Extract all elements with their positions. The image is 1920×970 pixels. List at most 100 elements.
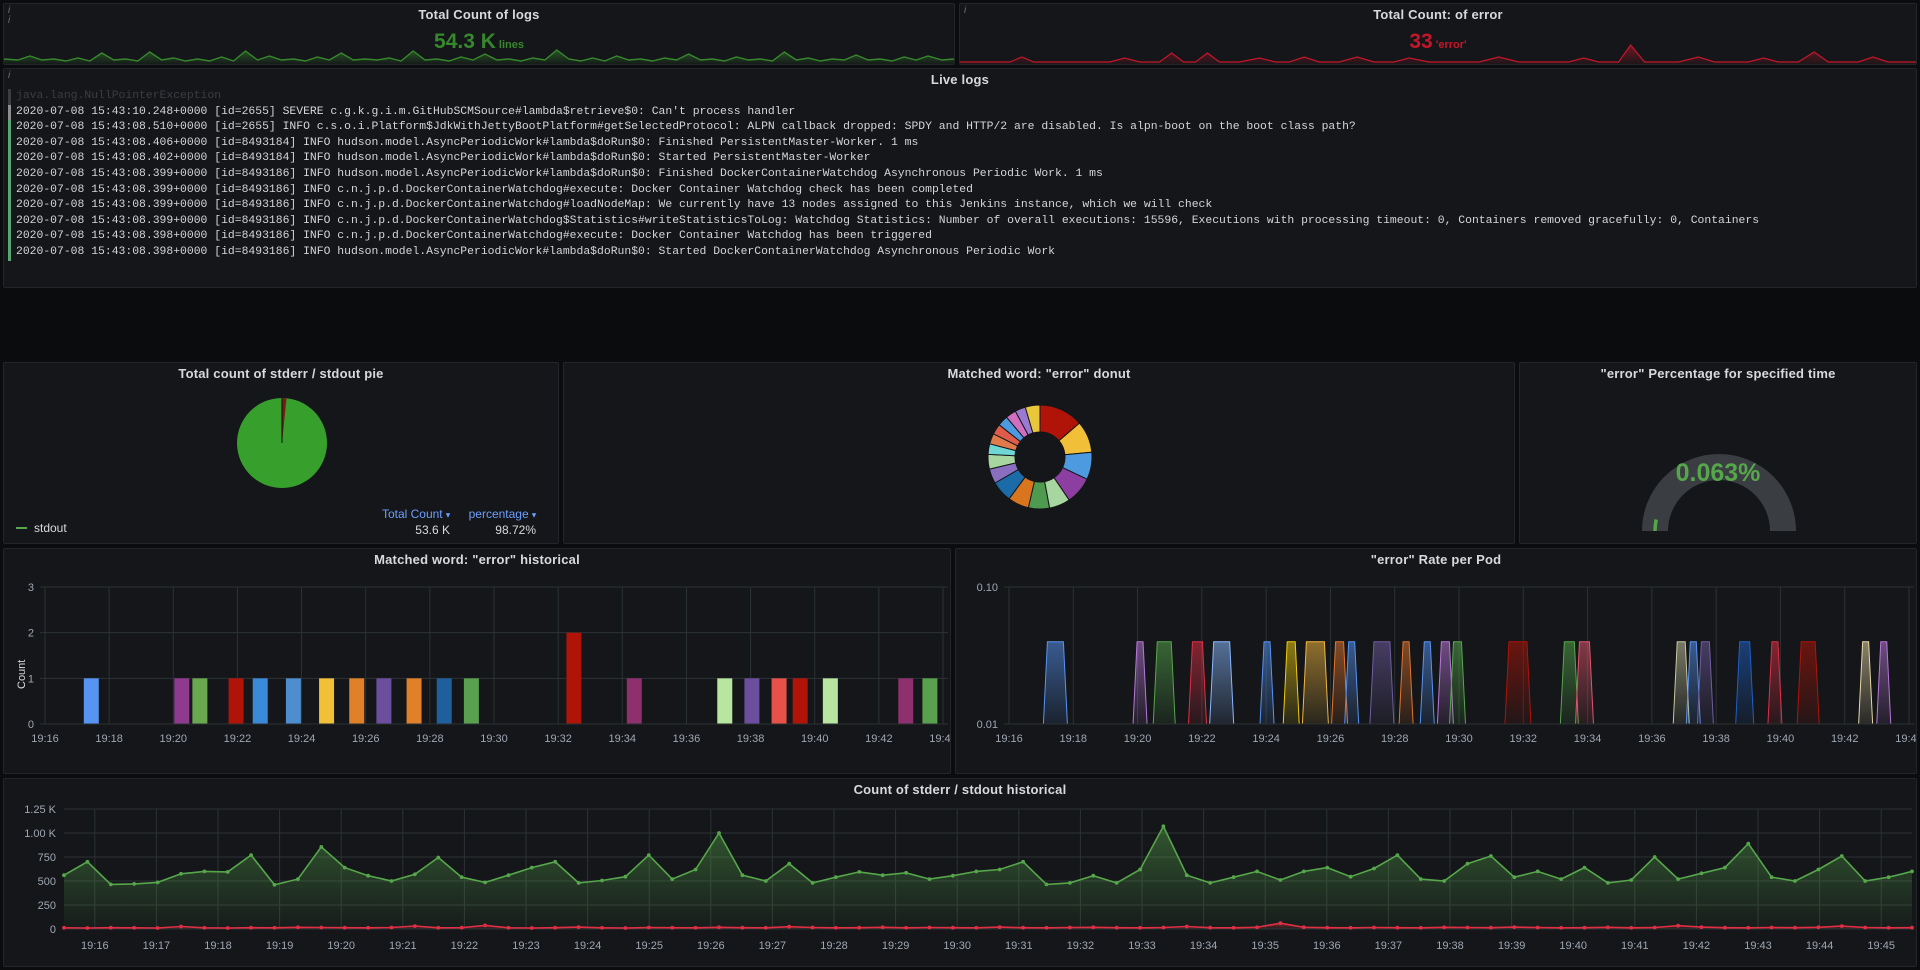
bar[interactable] bbox=[792, 678, 808, 724]
panel-info-icon[interactable]: ii bbox=[8, 6, 10, 26]
bar[interactable] bbox=[406, 678, 422, 724]
bar[interactable] bbox=[83, 678, 99, 724]
x-tick: 19:28 bbox=[1381, 733, 1409, 745]
panel-total-count-of-error[interactable]: i Total Count: of error 33'error' bbox=[959, 3, 1917, 65]
series-point bbox=[483, 880, 487, 885]
series-point bbox=[623, 926, 628, 930]
panel-stderr-stdout-historical[interactable]: Count of stderr / stdout historical 0 250… bbox=[3, 778, 1917, 967]
series-point bbox=[1301, 925, 1306, 930]
rate-spike[interactable] bbox=[1369, 641, 1395, 725]
series-point bbox=[670, 877, 675, 881]
series-point bbox=[1676, 923, 1680, 928]
legend-col-percentage[interactable]: percentage ▾ bbox=[468, 507, 536, 521]
x-tick: 19:44 bbox=[929, 733, 951, 745]
legend-series-stdout[interactable]: stdout bbox=[16, 521, 67, 535]
series-point bbox=[389, 879, 394, 883]
bar[interactable] bbox=[376, 678, 392, 724]
rate-spike[interactable] bbox=[1187, 641, 1208, 725]
rate-spike[interactable] bbox=[1344, 641, 1360, 725]
log-line[interactable]: 2020-07-08 15:43:08.399+0000 [id=8493186… bbox=[8, 198, 1916, 214]
bar[interactable] bbox=[285, 678, 301, 724]
rate-spike[interactable] bbox=[1152, 641, 1176, 725]
series-point bbox=[576, 925, 581, 929]
series-point bbox=[1863, 925, 1868, 930]
y-tick: 0.01 bbox=[977, 719, 998, 731]
bar[interactable] bbox=[436, 678, 452, 724]
series-point bbox=[646, 925, 651, 930]
logs-list[interactable]: java.lang.NullPointerException 2020-07-08… bbox=[4, 89, 1916, 287]
panel-error-percentage-gauge[interactable]: "error" Percentage for specified time 0.… bbox=[1519, 362, 1917, 544]
legend-col-total-count[interactable]: Total Count ▾ bbox=[372, 507, 450, 521]
series-point bbox=[927, 925, 932, 930]
bar[interactable] bbox=[463, 678, 479, 724]
rate-spike[interactable] bbox=[1696, 641, 1714, 725]
log-line[interactable]: 2020-07-08 15:43:08.402+0000 [id=8493184… bbox=[8, 151, 1916, 167]
rate-spike[interactable] bbox=[1132, 641, 1148, 725]
series-point bbox=[1676, 877, 1680, 881]
log-line[interactable]: 2020-07-08 15:43:08.399+0000 [id=8493186… bbox=[8, 182, 1916, 199]
log-line[interactable]: 2020-07-08 15:43:08.398+0000 [id=8493186… bbox=[8, 244, 1916, 261]
panel-stderr-stdout-pie[interactable]: Total count of stderr / stdout pie stdou… bbox=[3, 362, 559, 544]
bar[interactable] bbox=[898, 678, 914, 724]
panel-info-icon[interactable]: i bbox=[8, 71, 10, 81]
bar[interactable] bbox=[822, 678, 838, 724]
log-line[interactable]: 2020-07-08 15:43:08.406+0000 [id=8493184… bbox=[8, 135, 1916, 152]
rate-spike[interactable] bbox=[1876, 641, 1892, 725]
bar[interactable] bbox=[922, 678, 938, 724]
series-point bbox=[600, 878, 604, 883]
rate-spike[interactable] bbox=[1209, 641, 1235, 725]
donut-chart[interactable] bbox=[564, 385, 1514, 539]
bar[interactable] bbox=[252, 678, 268, 724]
panel-error-rate-per-pod[interactable]: "error" Rate per Pod 0.10 0.01 19:16 19:18 1… bbox=[955, 548, 1917, 774]
bar[interactable] bbox=[771, 678, 787, 724]
bar[interactable] bbox=[626, 678, 642, 724]
bar[interactable] bbox=[566, 632, 582, 724]
rate-spike[interactable] bbox=[1282, 641, 1300, 725]
gauge[interactable]: 0.063% bbox=[1520, 383, 1916, 543]
rate-spike[interactable] bbox=[1767, 641, 1783, 725]
bar[interactable] bbox=[228, 678, 244, 724]
log-line[interactable]: 2020-07-08 15:43:08.398+0000 [id=8493186… bbox=[8, 229, 1916, 245]
pie-chart[interactable] bbox=[4, 385, 558, 501]
x-tick: 19:34 bbox=[1574, 733, 1602, 745]
panel-info-icon[interactable]: i bbox=[964, 6, 966, 16]
rate-spike[interactable] bbox=[1259, 641, 1275, 725]
panel-total-count-of-logs[interactable]: ii Total Count of logs 54.3 Klines bbox=[3, 3, 955, 65]
series-point bbox=[1278, 878, 1283, 882]
bar[interactable] bbox=[319, 678, 335, 724]
rate-spike[interactable] bbox=[1448, 641, 1467, 725]
rate-spike[interactable] bbox=[1796, 641, 1820, 725]
x-tick: 19:26 bbox=[697, 940, 725, 952]
bar[interactable] bbox=[192, 678, 208, 724]
bar[interactable] bbox=[174, 678, 190, 724]
rate-spike[interactable] bbox=[1398, 641, 1414, 725]
panel-error-historical-bar[interactable]: Matched word: "error" historical Count 0… bbox=[3, 548, 951, 774]
rate-spike[interactable] bbox=[1042, 641, 1068, 725]
bar[interactable] bbox=[349, 678, 365, 724]
log-line[interactable]: 2020-07-08 15:43:08.399+0000 [id=8493186… bbox=[8, 213, 1916, 230]
series-point bbox=[342, 865, 347, 870]
series-point bbox=[974, 925, 979, 930]
log-line[interactable]: 2020-07-08 15:43:10.248+0000 [id=2655] S… bbox=[8, 104, 1916, 121]
rate-spike[interactable] bbox=[1504, 641, 1532, 725]
rate-spike[interactable] bbox=[1574, 641, 1594, 725]
legend-stats-table: Total Count ▾ percentage ▾ 53.6 K 98.72% bbox=[372, 507, 536, 537]
series-point bbox=[1629, 925, 1634, 930]
series-point bbox=[225, 926, 230, 930]
log-line[interactable]: java.lang.NullPointerException bbox=[8, 89, 1916, 105]
rate-spike[interactable] bbox=[1735, 641, 1755, 725]
x-tick: 19:30 bbox=[1445, 733, 1473, 745]
rate-spike[interactable] bbox=[1419, 641, 1435, 725]
series-point bbox=[834, 875, 838, 880]
bar[interactable] bbox=[717, 678, 733, 724]
panel-error-donut[interactable]: Matched word: "error" donut bbox=[563, 362, 1515, 544]
x-tick: 19:31 bbox=[1005, 940, 1033, 952]
bar[interactable] bbox=[744, 678, 760, 724]
series-point bbox=[1839, 924, 1844, 928]
log-line[interactable]: 2020-07-08 15:43:08.399+0000 [id=8493186… bbox=[8, 166, 1916, 183]
panel-live-logs[interactable]: i Live logs java.lang.NullPointerExcepti… bbox=[3, 68, 1917, 288]
log-line[interactable]: 2020-07-08 15:43:08.510+0000 [id=2655] I… bbox=[8, 120, 1916, 136]
rate-spike[interactable] bbox=[1301, 641, 1329, 725]
rate-spike[interactable] bbox=[1858, 641, 1874, 725]
series-point bbox=[1746, 841, 1751, 846]
